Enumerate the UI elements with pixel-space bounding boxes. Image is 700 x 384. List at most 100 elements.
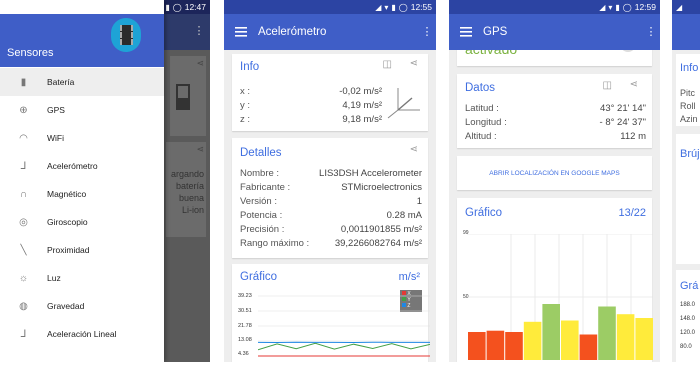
battery-status-icon: ▮ bbox=[165, 2, 170, 12]
row-label: Longitud : bbox=[465, 117, 507, 128]
chip-icon bbox=[111, 18, 141, 52]
navigation-drawer: Sensores ▮ Batería ⊕ GPS ◠ WiFi ⅃ Acelerómet… bbox=[0, 0, 164, 362]
battery-image bbox=[176, 84, 190, 110]
sync-icon: ◯ bbox=[172, 2, 182, 12]
row-label: Altitud : bbox=[465, 131, 497, 142]
share-icon[interactable]: ⋖ bbox=[410, 144, 418, 155]
row-label: Pitc bbox=[680, 88, 696, 98]
row-value: 1 bbox=[416, 196, 422, 207]
menu-icon[interactable] bbox=[449, 27, 483, 37]
camera-icon[interactable]: ◫ bbox=[603, 80, 612, 91]
drawer-item-magnetico[interactable]: ∩ Magnético bbox=[0, 180, 164, 208]
camera-icon[interactable]: ◫ bbox=[383, 59, 392, 70]
drawer-item-wifi[interactable]: ◠ WiFi bbox=[0, 124, 164, 152]
card-heading: Detalles bbox=[240, 147, 282, 159]
menu-icon[interactable] bbox=[224, 27, 258, 37]
drawer-item-label: Batería bbox=[47, 77, 75, 87]
drawer-item-giroscopio[interactable]: ◎ Giroscopio bbox=[0, 208, 164, 236]
status-bar: ◢ bbox=[672, 0, 700, 14]
graph-card: Gráfico m/s² 39.23 30.51 21.78 13.08 4.3… bbox=[232, 264, 430, 362]
row-label: Precisión : bbox=[240, 224, 285, 235]
battery-status-icon: ▮ bbox=[391, 2, 396, 12]
axes-icon: ⅃ bbox=[20, 160, 27, 172]
row-value: 4,19 m/s² bbox=[342, 100, 382, 111]
clock: 12:59 bbox=[634, 2, 656, 12]
row-value: 112 m bbox=[620, 131, 646, 142]
row-label: Azin bbox=[680, 114, 698, 124]
sync-icon: ◯ bbox=[398, 2, 408, 12]
signal-bar bbox=[635, 318, 653, 360]
card-heading: Datos bbox=[465, 82, 496, 94]
row-label: Fabricante : bbox=[240, 182, 291, 193]
overflow-menu-icon[interactable]: ⋮ bbox=[418, 26, 436, 38]
accel-line-chart bbox=[258, 295, 430, 357]
row-label: Potencia : bbox=[240, 210, 283, 221]
share-icon[interactable]: ⋖ bbox=[630, 79, 638, 90]
satellite-count: 13/22 bbox=[618, 207, 646, 219]
linear-acceleration-icon: ⅃ bbox=[20, 328, 27, 340]
graph-card: Grá 188.0 148.0 120.0 80.0 bbox=[676, 270, 700, 362]
signal-bar bbox=[486, 330, 505, 360]
share-icon[interactable]: ⋖ bbox=[410, 58, 418, 69]
behind-text: argando bbox=[170, 169, 204, 179]
app-bar bbox=[672, 14, 700, 50]
row-label: Latitud : bbox=[465, 103, 499, 114]
details-card: Detalles ⋖ Nombre : LIS3DSH Acceleromete… bbox=[232, 138, 428, 258]
row-value: LIS3DSH Accelerometer bbox=[319, 168, 422, 179]
compass-card: Brúj bbox=[676, 134, 700, 264]
dimmed-card: ⋖ bbox=[170, 56, 206, 136]
row-value: - 8° 24' 37" bbox=[599, 117, 646, 128]
row-value: 43° 21' 14" bbox=[600, 103, 646, 114]
sync-icon: ◯ bbox=[622, 2, 632, 12]
signal-bar bbox=[542, 304, 560, 360]
signal-bar bbox=[468, 332, 486, 360]
proximity-icon: ╲ bbox=[20, 244, 27, 256]
tick-label: 13.08 bbox=[238, 337, 252, 343]
tick-label: 21.78 bbox=[238, 323, 252, 329]
battery-icon: ▮ bbox=[20, 76, 27, 88]
overflow-menu-icon[interactable]: ⋮ bbox=[642, 26, 660, 38]
page-title: Acelerómetro bbox=[258, 26, 327, 38]
signal-bar bbox=[598, 306, 616, 360]
open-google-maps-link[interactable]: ABRIR LOCALIZACIÓN EN GOOGLE MAPS bbox=[489, 170, 619, 177]
signal-bar bbox=[523, 321, 542, 360]
row-label: x : bbox=[240, 86, 251, 97]
wifi-icon: ◠ bbox=[19, 132, 28, 144]
tick-label: 120.0 bbox=[680, 330, 696, 336]
row-value: -0,02 m/s² bbox=[339, 86, 382, 97]
row-label: Versión : bbox=[240, 196, 277, 207]
drawer-item-aceleracion-lineal[interactable]: ⅃ Aceleración Lineal bbox=[0, 320, 164, 348]
overflow-menu-icon[interactable]: ⋮ bbox=[190, 26, 208, 37]
drawer-item-label: Proximidad bbox=[47, 245, 90, 255]
screen-accelerometer: ◢ ▾ ▮ ◯ 12:55 Acelerómetro ⋮ Info ◫ ⋖ x … bbox=[224, 0, 436, 362]
drawer-item-bateria[interactable]: ▮ Batería bbox=[0, 68, 164, 96]
row-label: Rango máximo : bbox=[240, 238, 310, 249]
drawer-item-proximidad[interactable]: ╲ Proximidad bbox=[0, 236, 164, 264]
tick-label: 80.0 bbox=[680, 344, 692, 350]
drawer-item-label: Aceleración Lineal bbox=[47, 329, 117, 339]
drawer-header: Sensores bbox=[0, 14, 164, 67]
wifi-icon: ▾ bbox=[608, 2, 613, 12]
signal-icon: ◢ bbox=[375, 2, 382, 12]
card-heading: Gráfico bbox=[240, 271, 278, 283]
card-heading: Info bbox=[680, 62, 699, 74]
series-line-y bbox=[258, 342, 430, 351]
drawer-item-gravedad[interactable]: ◍ Gravedad bbox=[0, 292, 164, 320]
drawer-item-gps[interactable]: ⊕ GPS bbox=[0, 96, 164, 124]
signal-bar bbox=[579, 334, 598, 360]
magnet-icon: ∩ bbox=[19, 188, 28, 200]
signal-bar bbox=[561, 320, 579, 360]
row-label: z : bbox=[240, 114, 251, 125]
drawer-item-luz[interactable]: ☼ Luz bbox=[0, 264, 164, 292]
status-bar: ◢ ▾ ▮ ◯ 12:55 bbox=[224, 0, 436, 14]
row-value: 39,2266082764 m/s² bbox=[334, 238, 422, 249]
battery-status-icon: ▮ bbox=[615, 2, 620, 12]
screen-drawer: ⋮ ⋖ ⋖ argando batería buena Li-ion ▾ ▮ ◯… bbox=[0, 0, 210, 362]
data-card: Datos ◫ ⋖ Latitud : 43° 21' 14" Longitud… bbox=[457, 74, 652, 148]
drawer-item-acelerometro[interactable]: ⅃ Acelerómetro bbox=[0, 152, 164, 180]
clock: 12:47 bbox=[184, 2, 206, 12]
drawer-item-label: Gravedad bbox=[47, 301, 85, 311]
drawer-title: Sensores bbox=[7, 47, 54, 59]
row-value: 0.28 mA bbox=[386, 210, 422, 221]
tick-label: 148.0 bbox=[680, 316, 696, 322]
